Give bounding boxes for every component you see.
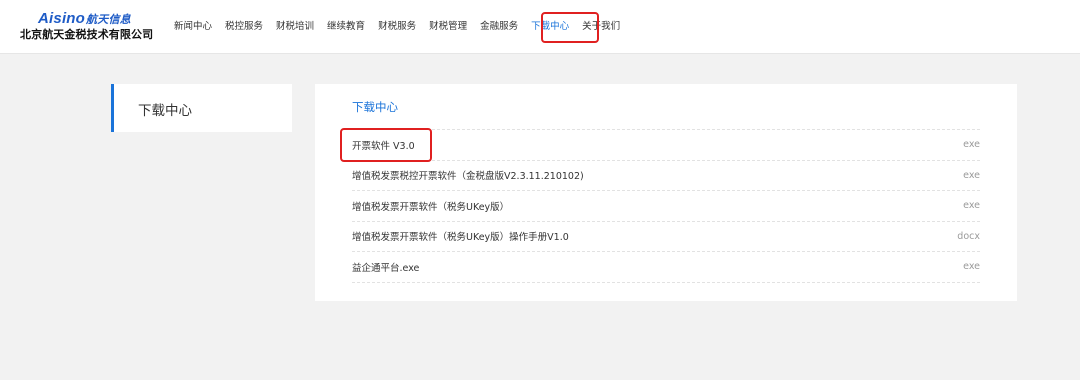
sidebar-card: 下载中心 (111, 84, 292, 132)
download-row-ukey-software[interactable]: 增值税发票开票软件（税务UKey版） exe (352, 191, 980, 222)
download-file-type: exe (963, 261, 980, 273)
download-name[interactable]: 增值税发票开票软件（税务UKey版）操作手册V1.0 (352, 229, 569, 243)
top-navigation-bar: Aisino航天信息 北京航天金税技术有限公司 新闻中心 税控服务 财税培训 继… (0, 0, 1080, 54)
company-name: 北京航天金税技术有限公司 (20, 28, 154, 41)
nav-item-tax-services[interactable]: 财税服务 (374, 17, 420, 37)
nav-item-tax-control[interactable]: 税控服务 (221, 17, 267, 37)
download-name[interactable]: 增值税发票开票软件（税务UKey版） (352, 199, 509, 213)
download-row-ukey-manual[interactable]: 增值税发票开票软件（税务UKey版）操作手册V1.0 docx (352, 222, 980, 252)
nav-item-news[interactable]: 新闻中心 (170, 17, 216, 37)
nav-item-financial-services[interactable]: 金融服务 (476, 17, 522, 37)
nav-item-tax-management[interactable]: 财税管理 (425, 17, 471, 37)
nav-item-tax-training[interactable]: 财税培训 (272, 17, 318, 37)
download-file-type: exe (963, 200, 980, 212)
download-list: 开票软件 V3.0 exe 增值税发票税控开票软件（金税盘版V2.3.11.21… (352, 129, 980, 283)
download-name[interactable]: 益企通平台.exe (352, 260, 419, 274)
download-row-yiqitong-platform[interactable]: 益企通平台.exe exe (352, 252, 980, 283)
aisino-logo[interactable]: Aisino航天信息 北京航天金税技术有限公司 (20, 10, 155, 44)
download-row-tax-disk-software[interactable]: 增值税发票税控开票软件（金税盘版V2.3.11.210102) exe (352, 161, 980, 191)
download-row-invoicing-software[interactable]: 开票软件 V3.0 exe (352, 130, 980, 161)
nav-item-about-us[interactable]: 关于我们 (578, 17, 624, 37)
logo-brand-cn: 航天信息 (86, 14, 131, 26)
download-name[interactable]: 增值税发票税控开票软件（金税盘版V2.3.11.210102) (352, 168, 584, 182)
download-name[interactable]: 开票软件 V3.0 (352, 138, 415, 152)
download-file-type: docx (957, 230, 980, 242)
logo-brand-en: Aisino (38, 10, 86, 27)
logo-brand: Aisino航天信息 (38, 10, 131, 27)
download-list-card: 下载中心 开票软件 V3.0 exe 增值税发票税控开票软件（金税盘版V2.3.… (315, 84, 1017, 301)
sidebar-title[interactable]: 下载中心 (138, 99, 192, 119)
download-file-type: exe (963, 139, 980, 151)
main-nav: 新闻中心 税控服务 财税培训 继续教育 财税服务 财税管理 金融服务 下载中心 … (170, 0, 629, 54)
download-list-title: 下载中心 (352, 100, 398, 114)
nav-item-continuing-education[interactable]: 继续教育 (323, 17, 369, 37)
nav-item-download-center[interactable]: 下载中心 (527, 17, 573, 37)
download-file-type: exe (963, 169, 980, 181)
